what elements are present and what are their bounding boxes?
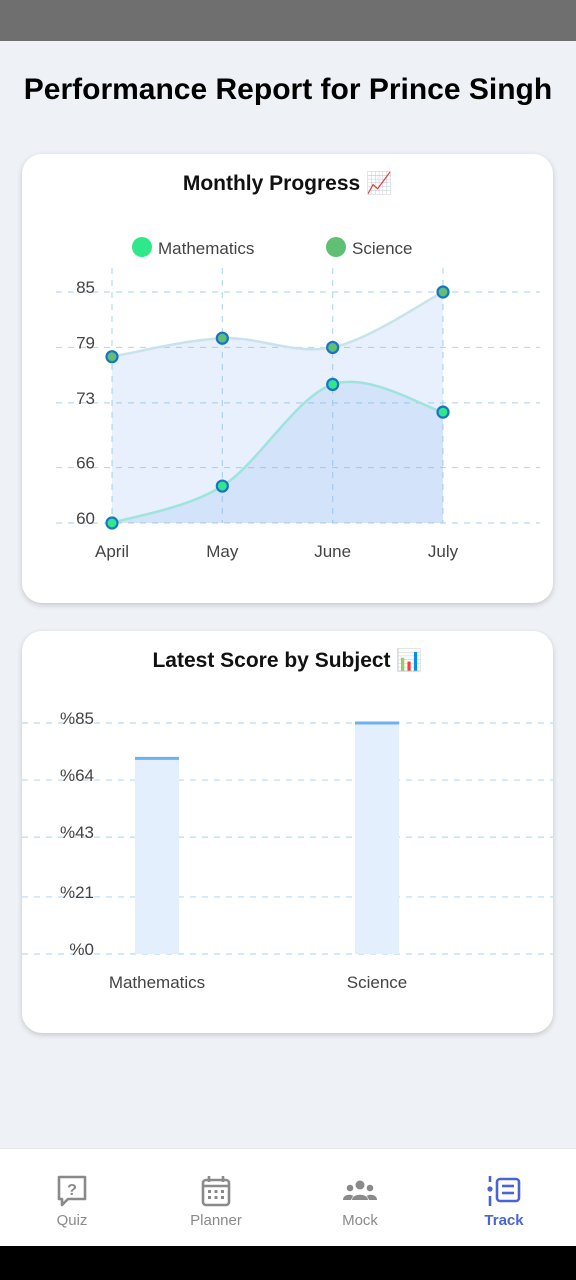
y-tick-label: 85	[76, 278, 95, 297]
y-tick-label: 73	[76, 389, 95, 408]
y-tick-label: 66	[76, 454, 95, 473]
data-point	[326, 340, 340, 355]
svg-text:?: ?	[67, 1182, 77, 1199]
latest-score-chart: %0 %21 %43 %64 %85 Mathematics Science	[22, 709, 553, 992]
x-tick-label: May	[206, 542, 239, 561]
x-tick-label: Science	[347, 973, 407, 992]
data-point	[105, 516, 119, 530]
x-tick-label: July	[428, 542, 459, 561]
data-point	[105, 350, 119, 364]
nav-item-quiz[interactable]: ? Quiz	[0, 1149, 144, 1247]
x-tick-label: April	[95, 542, 129, 561]
nav-item-planner[interactable]: Planner	[144, 1149, 288, 1247]
nav-item-mock[interactable]: Mock	[288, 1149, 432, 1247]
system-navigation-bar	[0, 1246, 576, 1280]
y-tick-label: %43	[60, 823, 94, 842]
x-tick-label: June	[314, 542, 351, 561]
bottom-navigation: ? Quiz Planner Mock Track	[0, 1148, 576, 1247]
legend-swatch	[326, 237, 346, 257]
data-point	[326, 377, 340, 391]
y-tick-label: 60	[76, 509, 95, 528]
nav-item-track[interactable]: Track	[432, 1149, 576, 1247]
nav-label-planner: Planner	[190, 1212, 242, 1229]
quiz-icon: ?	[57, 1175, 87, 1207]
calendar-icon	[201, 1176, 231, 1207]
monthly-progress-chart: Mathematics Science 60 66 73 79 85 April May June…	[56, 237, 540, 561]
y-tick-label: %21	[60, 883, 94, 902]
y-tick-label: %0	[69, 940, 94, 959]
legend-label: Science	[352, 239, 412, 258]
group-icon	[343, 1180, 377, 1200]
bar	[355, 723, 399, 954]
track-list-icon	[487, 1176, 521, 1206]
y-tick-label: %85	[60, 709, 94, 728]
x-tick-label: Mathematics	[109, 973, 205, 992]
nav-label-mock: Mock	[342, 1212, 378, 1229]
bar	[135, 758, 179, 954]
data-point	[436, 285, 450, 299]
legend-label: Mathematics	[158, 239, 254, 258]
y-tick-label: 79	[76, 333, 95, 352]
data-point	[215, 331, 229, 345]
data-point	[436, 405, 450, 419]
legend-swatch	[132, 237, 152, 257]
nav-label-quiz: Quiz	[56, 1212, 88, 1229]
data-point	[215, 479, 229, 493]
y-tick-label: %64	[60, 766, 94, 785]
nav-label-track: Track	[484, 1212, 524, 1229]
